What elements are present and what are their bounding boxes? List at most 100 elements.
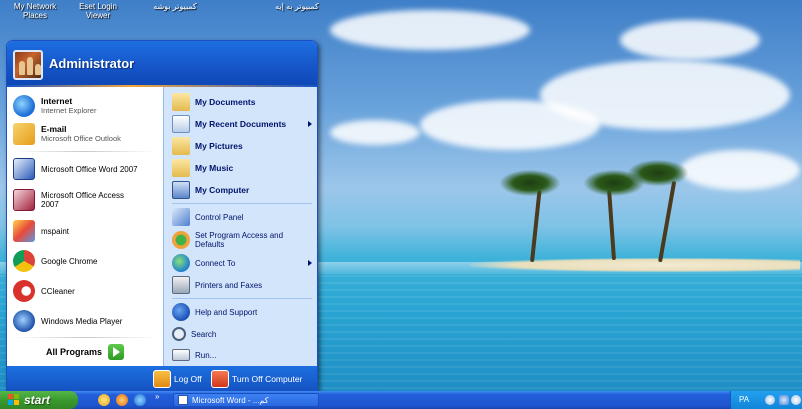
desktop-icon-label: كمبيوتر به إيه (275, 2, 319, 11)
control-panel-icon (172, 208, 190, 226)
tray-arrow-icon[interactable] (765, 395, 775, 405)
recent-program-item[interactable]: CCleaner (7, 277, 163, 305)
place-my-pictures[interactable]: My Pictures (164, 135, 317, 157)
place-my-documents[interactable]: My Documents (164, 91, 317, 113)
place-label: My Computer (195, 184, 250, 195)
program-defaults-icon (172, 231, 190, 249)
all-programs-button[interactable]: All Programs (7, 339, 163, 365)
recent-program-item[interactable]: Microsoft Office Word 2007 (7, 155, 163, 183)
desktop-icon-network-places[interactable]: My Network Places (6, 2, 64, 20)
chess-piece-icon (35, 64, 41, 75)
word-icon (13, 158, 35, 180)
system-label: Printers and Faxes (195, 280, 263, 290)
power-icon (211, 370, 229, 388)
word-icon (178, 395, 188, 405)
start-label: start (24, 393, 51, 407)
cloud (620, 20, 760, 60)
outlook-icon (13, 123, 35, 145)
printer-icon (172, 276, 190, 294)
desktop-icon-arabic-1[interactable]: كمبيوتر بوشه (140, 2, 210, 11)
start-menu-header: Administrator (7, 41, 317, 87)
user-avatar[interactable] (13, 50, 43, 80)
recent-program-label: CCleaner (41, 286, 75, 296)
quick-launch-icon[interactable] (116, 394, 128, 406)
search-item[interactable]: Search (164, 323, 317, 345)
palm-tree-leaves (500, 170, 560, 196)
help-label: Run... (195, 350, 217, 360)
pinned-title: E-mail (41, 124, 67, 134)
place-label: My Documents (195, 96, 256, 107)
help-label: Help and Support (195, 307, 258, 317)
windows-logo-icon (8, 394, 20, 406)
log-off-button[interactable]: Log Off (153, 370, 202, 388)
place-label: My Recent Documents (195, 118, 287, 129)
palm-tree-leaves (628, 160, 688, 186)
system-program-defaults[interactable]: Set Program Access and Defaults (164, 228, 317, 252)
system-tray: PA (730, 391, 802, 409)
separator (13, 337, 157, 338)
recent-program-item[interactable]: Windows Media Player (7, 307, 163, 335)
task-label: Microsoft Word - ...كم (192, 395, 269, 405)
system-label: Set Program Access and Defaults (195, 231, 284, 249)
chess-piece-icon (19, 61, 25, 75)
media-player-icon (13, 310, 35, 332)
key-icon (153, 370, 171, 388)
recent-program-label: Windows Media Player (41, 316, 123, 326)
chrome-icon (13, 250, 35, 272)
palm-tree-trunk (658, 180, 677, 263)
system-connect-to[interactable]: Connect To (164, 252, 317, 274)
arrow-right-icon (108, 344, 125, 360)
pinned-internet[interactable]: Internet Internet Explorer (7, 93, 163, 119)
system-control-panel[interactable]: Control Panel (164, 206, 317, 228)
pictures-folder-icon (172, 137, 190, 155)
taskbar: start » Microsoft Word - ...كم PA (0, 391, 802, 409)
cloud (330, 120, 420, 145)
place-my-music[interactable]: My Music (164, 157, 317, 179)
start-menu: Administrator Internet Internet Explorer… (6, 40, 318, 391)
log-off-label: Log Off (174, 374, 202, 384)
quick-launch-more[interactable]: » (155, 392, 159, 401)
desktop-icon-label: كمبيوتر بوشه (153, 2, 197, 11)
access-icon (13, 189, 35, 211)
separator (13, 151, 157, 152)
palm-tree-trunk (530, 190, 542, 263)
island-sand (470, 258, 800, 272)
palm-tree-trunk (607, 190, 616, 261)
system-label: Control Panel (195, 212, 244, 222)
separator (172, 298, 312, 299)
recent-program-item[interactable]: mspaint (7, 217, 163, 245)
turn-off-button[interactable]: Turn Off Computer (211, 370, 302, 388)
username: Administrator (49, 56, 135, 71)
help-and-support[interactable]: Help and Support (164, 301, 317, 323)
recent-program-label: Microsoft Office Word 2007 (41, 164, 138, 174)
submenu-arrow-icon (308, 121, 312, 127)
language-indicator[interactable]: PA (739, 395, 749, 404)
quick-launch-icon[interactable] (98, 394, 110, 406)
system-printers-faxes[interactable]: Printers and Faxes (164, 274, 317, 296)
turn-off-label: Turn Off Computer (232, 374, 303, 384)
help-label: Search (191, 329, 217, 339)
computer-icon (172, 181, 190, 199)
recent-program-item[interactable]: Google Chrome (7, 247, 163, 275)
recent-program-item[interactable]: Microsoft Office Access 2007 (7, 185, 163, 215)
paint-icon (13, 220, 35, 242)
desktop-icon-label: Eset Login (79, 2, 117, 11)
desktop-icon-arabic-2[interactable]: كمبيوتر به إيه (262, 2, 332, 11)
recent-program-label: mspaint (41, 226, 70, 236)
music-folder-icon (172, 159, 190, 177)
taskbar-button-word[interactable]: Microsoft Word - ...كم (173, 393, 319, 407)
place-my-computer[interactable]: My Computer (164, 179, 317, 201)
desktop-icon-label: My Network (13, 2, 57, 11)
run-item[interactable]: Run... (164, 345, 317, 365)
cloud (330, 10, 530, 50)
pinned-email[interactable]: E-mail Microsoft Office Outlook (7, 121, 163, 147)
start-button[interactable]: start (0, 391, 78, 409)
internet-explorer-icon[interactable] (134, 394, 146, 406)
volume-icon[interactable] (791, 395, 801, 405)
network-icon[interactable] (779, 395, 789, 405)
desktop-icon-eset-login-viewer[interactable]: Eset Login Viewer (70, 2, 126, 20)
recent-program-label: Google Chrome (41, 256, 98, 266)
submenu-arrow-icon (308, 260, 312, 266)
place-my-recent-documents[interactable]: My Recent Documents (164, 113, 317, 135)
desktop-icon-label: Viewer (85, 11, 111, 20)
